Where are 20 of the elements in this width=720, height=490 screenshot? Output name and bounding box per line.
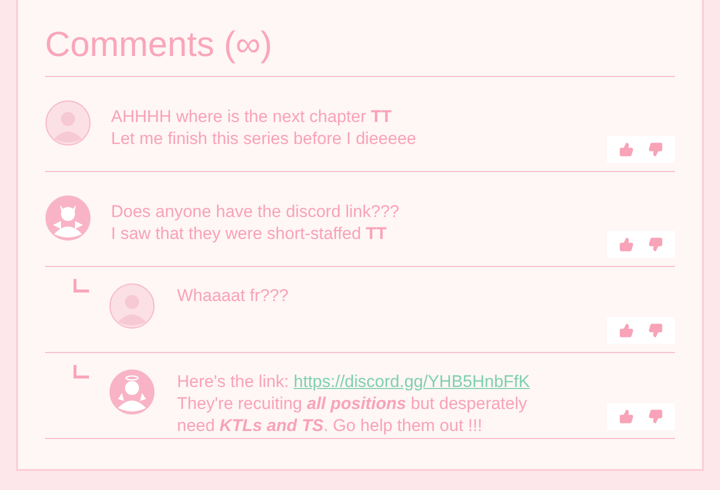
dislike-button[interactable] (648, 142, 663, 157)
dislike-button[interactable] (648, 409, 663, 424)
comment-text: Does anyone have the discord link??? I saw that they were short-staffed TT (111, 201, 400, 245)
avatar-icon (45, 100, 91, 146)
dislike-button[interactable] (648, 237, 663, 252)
dislike-button[interactable] (648, 323, 663, 338)
avatar-icon (109, 369, 155, 415)
like-button[interactable] (619, 142, 634, 157)
avatar-icon (109, 283, 155, 329)
avatar-icon (45, 195, 91, 241)
comment-text: Here's the link: https://discord.gg/YHB5HnbFfK They're recuiting all positions but desperately need KTLs and TS. Go help them out !!! (177, 371, 531, 437)
like-button[interactable] (619, 237, 634, 252)
comments-title: Comments (∞) (45, 24, 274, 66)
like-button[interactable] (619, 409, 634, 424)
like-button[interactable] (619, 323, 634, 338)
discord-link[interactable]: https://discord.gg/YHB5HnbFfK (294, 372, 530, 391)
reply-corner-icon (73, 279, 89, 293)
reply-corner-icon (73, 365, 89, 379)
comment-text: Whaaaat fr??? (177, 285, 290, 307)
comment-text: AHHHH where is the next chapter TT Let me finish this series before I dieeeee (111, 106, 418, 150)
